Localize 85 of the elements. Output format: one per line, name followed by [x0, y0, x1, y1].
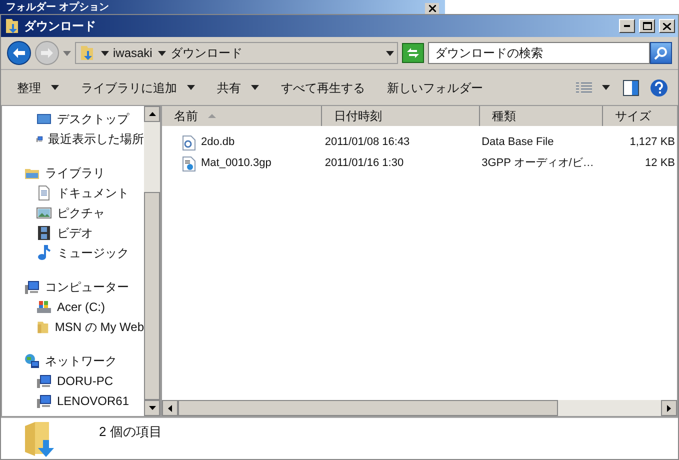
close-button[interactable]: [659, 19, 675, 33]
toolbar-button[interactable]: 共有: [209, 76, 267, 100]
minimize-button[interactable]: [619, 19, 635, 33]
breadcrumb-item[interactable]: iwasaki: [113, 44, 152, 62]
navigation-item[interactable]: コンピューター: [45, 278, 129, 296]
folder-icon: [4, 18, 20, 34]
film-icon: [36, 225, 52, 241]
column-header[interactable]: 日付時刻: [322, 106, 480, 126]
navigation-item[interactable]: 最近表示した場所: [48, 130, 144, 148]
caret-icon: [602, 85, 610, 90]
navigation-item[interactable]: ビデオ: [57, 224, 93, 242]
left-arrow-icon: [168, 404, 172, 412]
up-arrow-icon: [148, 112, 156, 116]
table-cell: 2011/01/08 16:43: [324, 136, 410, 148]
background-window-title: フォルダー オプション: [6, 2, 109, 14]
music-note-icon: [36, 245, 52, 261]
navigation-item[interactable]: ピクチャ: [57, 204, 105, 222]
down-arrow-icon: [148, 406, 156, 410]
pane-icon: [623, 80, 639, 96]
folder-icon: [36, 319, 50, 335]
back-button[interactable]: [7, 41, 31, 65]
toolbar-button[interactable]: すべて再生する: [273, 76, 373, 100]
search-icon: [654, 46, 668, 60]
table-cell: 2011/01/16 1:30: [324, 157, 404, 170]
navigation-item[interactable]: ミュージック: [57, 244, 129, 262]
maximize-icon: [642, 22, 652, 30]
column-header[interactable]: 名前: [162, 106, 322, 126]
search-button[interactable]: [650, 42, 672, 64]
breadcrumb-item[interactable]: ダウンロード: [170, 44, 242, 62]
file-name[interactable]: 2do.db: [201, 134, 235, 151]
navigation-item[interactable]: DORU-PC: [57, 372, 113, 390]
left-arrow-icon: [13, 48, 25, 58]
navigation-item[interactable]: デスクトップ: [57, 110, 129, 128]
close-icon: [663, 22, 671, 30]
vertical-scrollbar[interactable]: [144, 106, 160, 416]
monitor-icon: [36, 111, 52, 127]
window-title: ダウンロード: [24, 18, 97, 35]
toolbar-button[interactable]: 整理: [9, 76, 67, 100]
status-text: 2 個の項目: [99, 422, 162, 441]
table-cell-text: 1,127 KB: [630, 135, 675, 150]
toolbar-button[interactable]: 新しいフォルダー: [379, 76, 491, 100]
address-bar[interactable]: iwasaki ダウンロード: [75, 42, 398, 64]
help-icon: [650, 78, 668, 96]
refresh-arrows-icon: [406, 47, 420, 59]
media-file-icon: [182, 156, 196, 172]
drive-icon: [36, 299, 52, 315]
computer-icon: [36, 393, 52, 409]
navigation-item[interactable]: LENOVOR61: [57, 392, 130, 410]
navigation-item[interactable]: ネットワーク: [45, 352, 117, 370]
folder-icon: [79, 45, 95, 61]
caret-icon: [158, 50, 166, 56]
close-icon: [428, 5, 436, 12]
computer-icon: [36, 373, 52, 389]
caret-icon: [187, 85, 195, 90]
table-cell-text: 12 KB: [645, 156, 675, 172]
computer-icon: [24, 279, 40, 295]
refresh-button[interactable]: [402, 43, 424, 63]
caret-icon: [63, 50, 71, 56]
toolbar-button[interactable]: ライブラリに追加: [73, 76, 203, 100]
table-cell: 3GPP オーディオ/ビ…: [482, 157, 594, 170]
minimize-icon: [624, 25, 630, 27]
right-arrow-icon: [667, 404, 671, 412]
file-icon: [182, 134, 196, 150]
navigation-item[interactable]: ライブラリ: [45, 164, 105, 182]
column-header[interactable]: サイズ: [603, 106, 679, 126]
navigation-item[interactable]: MSN の My Web: [54, 318, 144, 336]
maximize-button[interactable]: [639, 19, 655, 33]
file-name[interactable]: Mat_0010.3gp: [201, 155, 272, 172]
navigation-item[interactable]: Acer (C:): [57, 298, 105, 316]
caret-icon: [386, 50, 394, 56]
close-button[interactable]: [425, 3, 439, 14]
table-cell: Data Base File: [482, 136, 554, 148]
document-icon: [36, 185, 52, 201]
caret-icon: [51, 85, 59, 90]
navigation-item[interactable]: ドキュメント: [57, 184, 129, 202]
column-header[interactable]: 種類: [480, 106, 603, 126]
horizontal-scrollbar[interactable]: [162, 400, 677, 416]
caret-icon: [101, 50, 109, 56]
list-view-icon: [576, 82, 592, 94]
right-arrow-icon: [41, 48, 53, 58]
caret-icon: [251, 85, 259, 90]
help-button[interactable]: [648, 76, 670, 98]
search-field[interactable]: ダウンロードの検索: [428, 42, 650, 64]
network-icon: [24, 353, 40, 369]
picture-icon: [36, 205, 52, 221]
